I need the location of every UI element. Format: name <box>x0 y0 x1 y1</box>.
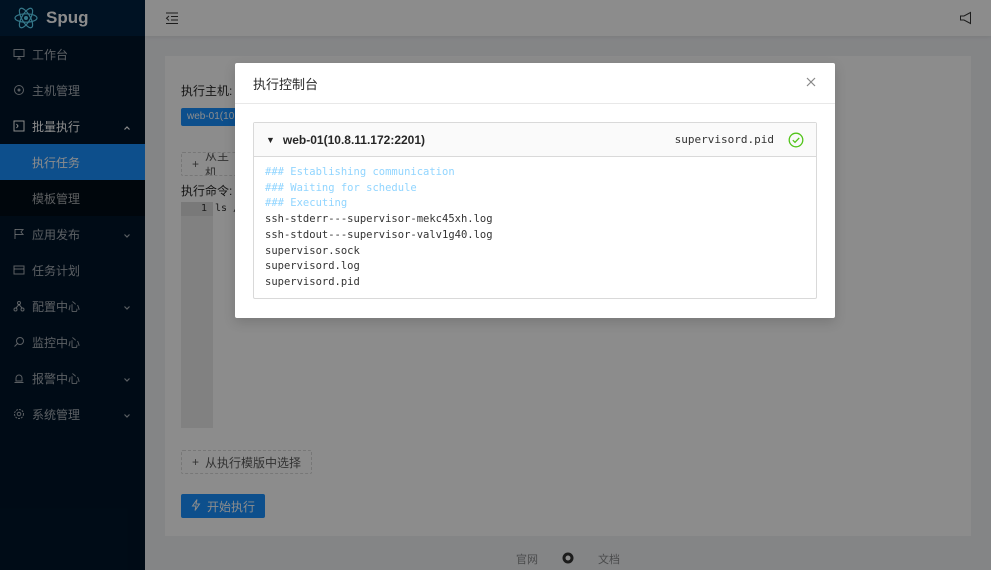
log-line: supervisord.pid <box>265 275 360 288</box>
panel-host-title: web-01(10.8.11.172:2201) <box>282 132 426 147</box>
host-output-panel: ▼ web-01(10.8.11.172:2201) supervisord.p… <box>253 122 817 299</box>
exec-console-modal: 执行控制台 ▼ web-01(10.8.11.172:2201) supervi… <box>235 63 835 318</box>
log-line: ssh-stderr---supervisor-mekc45xh.log <box>265 213 493 226</box>
panel-last-output: supervisord.pid <box>674 133 774 146</box>
caret-down-icon: ▼ <box>266 134 275 145</box>
log-line: ### Establishing communication <box>265 166 455 178</box>
modal-header: 执行控制台 <box>235 63 835 104</box>
log-line: ### Executing <box>265 197 348 210</box>
log-line: supervisor.sock <box>265 244 360 257</box>
log-line: supervisord.log <box>265 260 360 273</box>
log-line: ssh-stdout---supervisor-valv1g40.log <box>265 228 493 241</box>
log-line: ### Waiting for schedule <box>265 181 417 194</box>
panel-header[interactable]: ▼ web-01(10.8.11.172:2201) supervisord.p… <box>254 123 816 157</box>
modal-title: 执行控制台 <box>253 76 319 92</box>
output-log: ### Establishing communication ### Waiti… <box>254 157 816 299</box>
check-circle-icon <box>788 132 804 148</box>
close-icon[interactable] <box>805 76 819 90</box>
